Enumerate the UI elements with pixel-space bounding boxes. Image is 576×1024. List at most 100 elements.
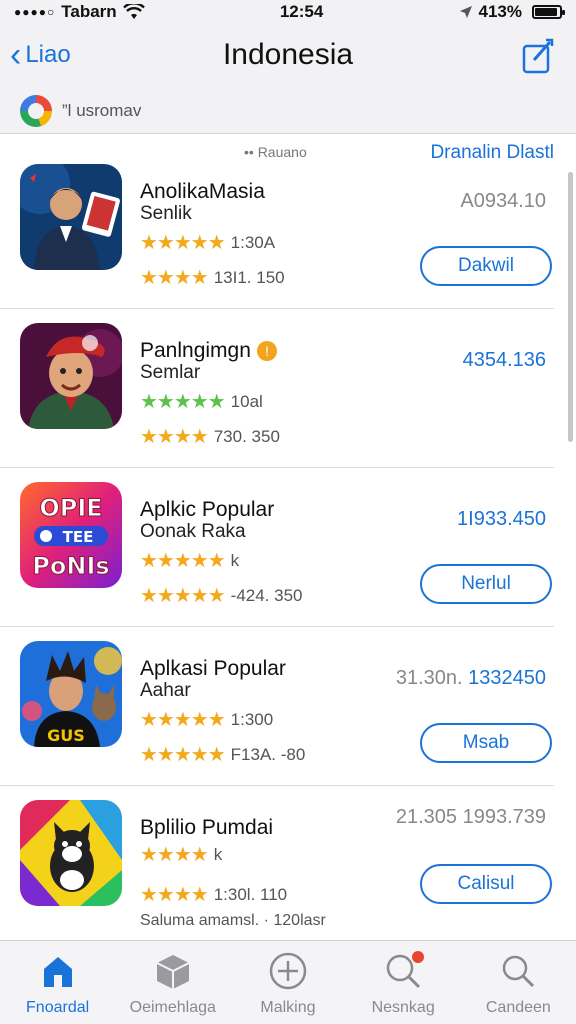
get-button[interactable]: Msab (420, 723, 552, 763)
tab-categories[interactable]: Oeimehlaga (115, 941, 230, 1017)
page-title: Indonesia (222, 38, 354, 71)
account-name: usromav (76, 100, 142, 120)
rating-secondary: ★★★★★ -424. 350 (140, 583, 303, 608)
rating-primary: ★★★★★ 10al (140, 389, 263, 414)
star-rating-icon: ★★★★ (140, 844, 209, 866)
app-list: AnolikaMasia Senlik ★★★★★ 1:30A ★★★★ 13I… (0, 150, 564, 945)
compose-button[interactable] (522, 38, 554, 74)
signal-icon: ●●●●○ (14, 5, 56, 19)
app-row[interactable]: Panlngimgn! Semlar ★★★★★ 10al ★★★★ 730. … (0, 309, 554, 468)
app-subtitle: Oonak Raka (140, 521, 246, 542)
cat-rainbow-icon (20, 800, 122, 906)
app-name: AnolikaMasia (140, 180, 265, 203)
compose-icon (522, 38, 554, 74)
account-prefix: ”l (62, 100, 72, 120)
rating-primary: ★★★★★ k (140, 548, 239, 573)
status-bar: ●●●●○ Tabarn 12:54 4​13% (0, 0, 576, 24)
tab-label: Oeimehlaga (129, 999, 216, 1016)
app-price: 21.305 1993.739 (395, 806, 546, 828)
battery-percent: 4​13% (478, 2, 522, 21)
star-rating-icon: ★★★★★ (140, 391, 226, 413)
tab-search-updates[interactable]: Nesnkag (346, 941, 461, 1017)
app-name: Bplilio Pumdai (140, 816, 274, 839)
rating-value: 1:30A (230, 232, 276, 252)
location-arrow-icon (459, 6, 472, 18)
person-cards-icon (20, 164, 122, 270)
status-right: 4​13% (459, 2, 565, 22)
svg-text:PoNIs: PoNIs (32, 552, 109, 580)
app-subtitle: Aahar (140, 680, 191, 701)
rating-primary: ★★★★★ 1:30A (140, 230, 275, 255)
app-name-text: Panlngimgn (140, 339, 251, 362)
app-name: Aplkasi Popular (140, 657, 286, 680)
app-row[interactable]: GUS Aplkasi Popular Aahar ★★★★★ 1:300 ★★… (0, 627, 554, 786)
wifi-icon (122, 4, 145, 19)
app-row[interactable]: OPIE TEE PoNIs Aplkic Popular Oonak Raka… (0, 468, 554, 627)
home-icon (43, 957, 72, 987)
star-rating-icon: ★★★★ (140, 267, 209, 289)
star-rating-icon: ★★★★★ (140, 585, 226, 607)
account-label: ”l usromav (62, 101, 141, 121)
rating-secondary: ★★★★ 13I1. 150 (140, 265, 285, 290)
app-subtitle: Senlik (140, 203, 192, 224)
tab-label: Nesnkag (371, 999, 435, 1016)
rating-value: k (230, 550, 240, 570)
rating-count: 13I1. 150 (213, 267, 285, 287)
account-header[interactable]: ”l usromav (0, 88, 576, 134)
rating-value: k (213, 844, 223, 864)
rating-value: 1:300 (230, 709, 274, 729)
plus-circle-icon (269, 952, 307, 990)
navigation-bar: ‹ Liao Indonesia (0, 24, 576, 88)
app-row[interactable]: AnolikaMasia Senlik ★★★★★ 1:30A ★★★★ 13I… (0, 150, 554, 309)
tab-ranking[interactable]: Malking (230, 941, 345, 1017)
star-rating-icon: ★★★★★ (140, 232, 226, 254)
svg-text:OPIE: OPIE (39, 494, 102, 522)
app-store-screen: ●●●●○ Tabarn 12:54 4​13% ‹ Liao Indonesi… (0, 0, 576, 1024)
app-price-new: 1332450 (468, 667, 546, 689)
svg-text:GUS: GUS (47, 726, 85, 745)
tab-bar: Fnoardal Oeimehlaga Malking Nesnkag Cand… (0, 940, 576, 1024)
search-icon (503, 955, 535, 988)
box-icon (156, 955, 190, 989)
star-rating-icon: ★★★★★ (140, 550, 226, 572)
app-price: 4354.136 (462, 349, 546, 371)
cartoon-man-icon (20, 323, 122, 429)
tab-label: Malking (260, 999, 316, 1016)
info-badge-icon: ! (256, 341, 277, 362)
tab-label: Fnoardal (26, 999, 90, 1016)
clock: 12:54 (279, 2, 324, 21)
app-price: 31.30n. 1332450 (396, 667, 546, 690)
star-rating-icon: ★★★★★ (140, 744, 226, 766)
get-button[interactable]: Calisul (420, 864, 552, 904)
tab-home[interactable]: Fnoardal (0, 941, 115, 1017)
star-rating-icon: ★★★★ (140, 426, 209, 448)
rating-secondary: ★★★★ 1:30l. 110 (140, 882, 287, 907)
account-avatar-icon (20, 94, 52, 127)
battery-icon (531, 5, 565, 19)
scrollbar[interactable] (568, 172, 573, 442)
ope-tee-ponis-icon: OPIE TEE PoNIs (20, 482, 122, 588)
rating-primary: ★★★★ k (140, 842, 222, 867)
rating-count: F13A. -80 (230, 744, 306, 764)
tab-label: Candeen (485, 999, 551, 1016)
rating-primary: ★★★★★ 1:300 (140, 707, 273, 732)
rating-secondary: ★★★★ 730. 350 (140, 424, 280, 449)
app-price: A0934.10 (460, 190, 546, 212)
rating-secondary: ★★★★★ F13A. -80 (140, 742, 305, 767)
app-price-old: 31.30n. (395, 667, 463, 689)
status-left: ●●●●○ Tabarn (14, 2, 145, 22)
app-row[interactable]: Bplilio Pumdai ★★★★ k ★★★★ 1:30l. 110 21… (0, 786, 554, 945)
get-button[interactable]: Nerlul (420, 564, 552, 604)
tab-search[interactable]: Candeen (461, 941, 576, 1017)
app-subtitle: Semlar (140, 362, 201, 383)
app-name: Aplkic Popular (140, 498, 275, 521)
guy-with-dog-icon: GUS (20, 641, 122, 747)
get-button[interactable]: Dakwil (420, 246, 552, 286)
notification-badge (411, 951, 424, 963)
rating-count: 730. 350 (213, 426, 280, 446)
app-name: Panlngimgn! (140, 339, 277, 363)
rating-value: 10al (230, 391, 263, 411)
app-footer-note: Saluma amamsl. · 120lasr (140, 912, 326, 929)
app-price: 1I933.450 (457, 508, 546, 530)
rating-count: 1:30l. 110 (213, 884, 288, 904)
